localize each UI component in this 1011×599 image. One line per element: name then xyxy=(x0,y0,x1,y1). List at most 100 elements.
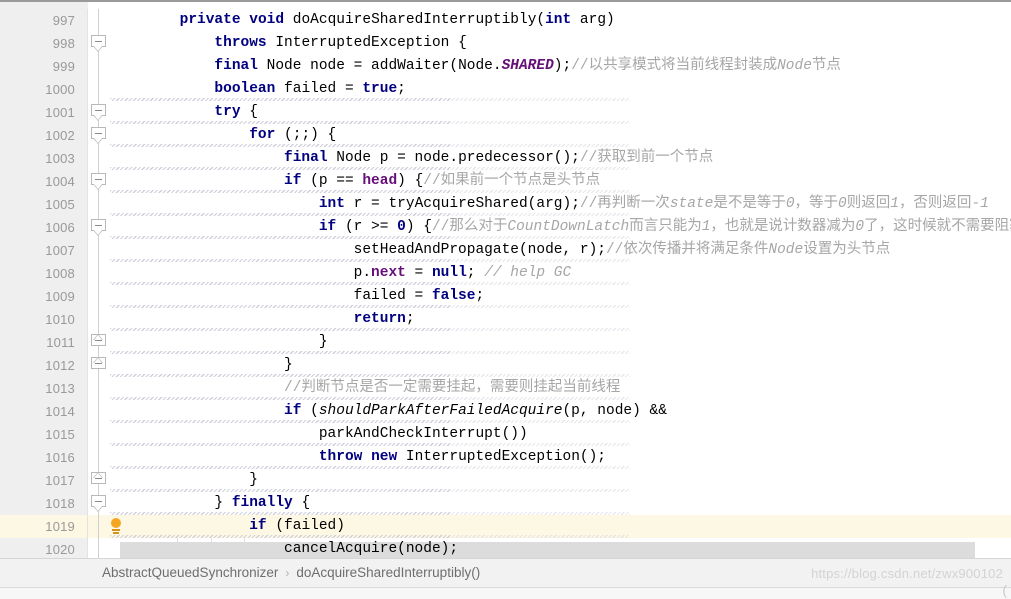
code-line-row[interactable]: 1018 } finally { xyxy=(0,492,1011,515)
code-fold-strip[interactable] xyxy=(88,147,110,170)
code-fold-strip[interactable] xyxy=(88,78,110,101)
line-number-gutter[interactable]: 997 xyxy=(0,9,88,32)
code-line-row[interactable]: 1001 try { xyxy=(0,101,1011,124)
intention-bulb-icon[interactable] xyxy=(108,518,124,535)
code-fold-strip[interactable] xyxy=(88,515,110,538)
line-number-gutter[interactable]: 1002 xyxy=(0,124,88,147)
breadcrumb-item[interactable]: doAcquireSharedInterruptibly() xyxy=(296,565,480,580)
code-fold-strip[interactable] xyxy=(88,492,110,515)
line-number-gutter[interactable]: 1007 xyxy=(0,239,88,262)
line-number-gutter[interactable]: 999 xyxy=(0,55,88,78)
line-number-gutter[interactable]: 1020 xyxy=(0,538,88,558)
code-token: ( xyxy=(301,403,319,419)
line-number-gutter[interactable]: 1018 xyxy=(0,492,88,515)
code-fold-strip[interactable] xyxy=(88,446,110,469)
code-line-row[interactable]: 1010 return; xyxy=(0,308,1011,331)
code-fold-strip[interactable] xyxy=(88,170,110,193)
ide-code-editor-window: 997 private void doAcquireSharedInterrup… xyxy=(0,0,1011,599)
line-number-gutter[interactable]: 1004 xyxy=(0,170,88,193)
fold-arrow-icon xyxy=(93,334,103,340)
code-line-row[interactable]: 1014 if (shouldParkAfterFailedAcquire(p,… xyxy=(0,400,1011,423)
code-line-row[interactable]: 1002 for (;;) { xyxy=(0,124,1011,147)
code-line-text[interactable]: cancelAcquire(node); xyxy=(110,538,1011,558)
code-token: ) { xyxy=(397,173,424,189)
line-number: 1007 xyxy=(45,243,75,258)
fold-guide-line xyxy=(98,515,99,538)
code-editor-viewport[interactable]: 997 private void doAcquireSharedInterrup… xyxy=(0,9,1011,558)
code-line-row[interactable]: 1008 p.next = null; // help GC xyxy=(0,262,1011,285)
code-fold-strip[interactable] xyxy=(88,239,110,262)
code-fold-strip[interactable] xyxy=(88,9,110,32)
code-line-row[interactable]: 1011 } xyxy=(0,331,1011,354)
code-line-row[interactable]: 1003 final Node p = node.predecessor();/… xyxy=(0,147,1011,170)
code-line-row[interactable]: 1009 failed = false; xyxy=(0,285,1011,308)
line-number-gutter[interactable]: 1003 xyxy=(0,147,88,170)
line-number-gutter[interactable]: 1009 xyxy=(0,285,88,308)
code-line-row[interactable]: 1000 boolean failed = true; xyxy=(0,78,1011,101)
line-number-gutter[interactable]: 998 xyxy=(0,32,88,55)
line-number-gutter[interactable]: 1019 xyxy=(0,515,88,538)
code-token: { xyxy=(292,495,311,511)
corner-glyph: ( xyxy=(1002,582,1007,598)
code-fold-strip[interactable] xyxy=(88,538,110,558)
code-fold-strip[interactable] xyxy=(88,32,110,55)
code-token: (p == xyxy=(301,173,363,189)
line-number-gutter[interactable]: 1014 xyxy=(0,400,88,423)
line-number-gutter[interactable]: 1012 xyxy=(0,354,88,377)
line-number-gutter[interactable]: 1008 xyxy=(0,262,88,285)
line-number-gutter[interactable]: 1017 xyxy=(0,469,88,492)
fold-guide-line xyxy=(98,423,99,446)
code-fold-strip[interactable] xyxy=(88,354,110,377)
code-line-text[interactable]: throws InterruptedException { xyxy=(110,32,1011,55)
code-line-row[interactable]: 1019 if (failed) xyxy=(0,515,1011,538)
code-fold-strip[interactable] xyxy=(88,55,110,78)
line-number: 1014 xyxy=(45,404,75,419)
code-line-row[interactable]: 1007 setHeadAndPropagate(node, r);//依次传播… xyxy=(0,239,1011,262)
code-fold-strip[interactable] xyxy=(88,469,110,492)
line-number-gutter[interactable]: 1006 xyxy=(0,216,88,239)
code-line-row[interactable]: 1013 //判断节点是否一定需要挂起，需要则挂起当前线程 xyxy=(0,377,1011,400)
line-number-gutter[interactable]: 1010 xyxy=(0,308,88,331)
code-line-row[interactable]: 1017 } xyxy=(0,469,1011,492)
code-line-row[interactable]: 1004 if (p == head) {//如果前一个节点是头节点 xyxy=(0,170,1011,193)
code-fold-strip[interactable] xyxy=(88,262,110,285)
line-number: 1020 xyxy=(45,542,75,557)
code-fold-strip[interactable] xyxy=(88,193,110,216)
line-number-gutter[interactable]: 1001 xyxy=(0,101,88,124)
code-fold-strip[interactable] xyxy=(88,308,110,331)
code-line-row[interactable]: 1006 if (r >= 0) {//那么对于CountDownLatch而言… xyxy=(0,216,1011,239)
code-fold-strip[interactable] xyxy=(88,124,110,147)
code-line-text[interactable]: private void doAcquireSharedInterruptibl… xyxy=(110,9,1011,32)
breadcrumb-item[interactable]: AbstractQueuedSynchronizer xyxy=(102,565,278,580)
code-fold-strip[interactable] xyxy=(88,285,110,308)
code-line-text[interactable]: final Node node = addWaiter(Node.SHARED)… xyxy=(110,55,1011,78)
code-token: //依次传播并将满足条件 xyxy=(605,242,769,258)
code-line-row[interactable]: 1015 parkAndCheckInterrupt()) xyxy=(0,423,1011,446)
code-token: SHARED xyxy=(501,58,554,74)
line-number-gutter[interactable]: 1016 xyxy=(0,446,88,469)
code-fold-strip[interactable] xyxy=(88,423,110,446)
code-line-row[interactable]: 998 throws InterruptedException { xyxy=(0,32,1011,55)
code-fold-strip[interactable] xyxy=(88,216,110,239)
line-number: 998 xyxy=(52,36,75,51)
line-number-gutter[interactable]: 1005 xyxy=(0,193,88,216)
line-number-gutter[interactable]: 1013 xyxy=(0,377,88,400)
code-line-row[interactable]: 997 private void doAcquireSharedInterrup… xyxy=(0,9,1011,32)
code-fold-strip[interactable] xyxy=(88,400,110,423)
code-fold-strip[interactable] xyxy=(88,101,110,124)
fold-guide-line xyxy=(98,55,99,78)
line-number-gutter[interactable]: 1011 xyxy=(0,331,88,354)
code-line-row[interactable]: 1016 throw new InterruptedException(); xyxy=(0,446,1011,469)
line-number-gutter[interactable]: 1000 xyxy=(0,78,88,101)
code-line-row[interactable]: 1020 cancelAcquire(node); xyxy=(0,538,1011,558)
code-line-row[interactable]: 1005 int r = tryAcquireShared(arg);//再判断… xyxy=(0,193,1011,216)
code-line-row[interactable]: 999 final Node node = addWaiter(Node.SHA… xyxy=(0,55,1011,78)
code-fold-strip[interactable] xyxy=(88,331,110,354)
line-number-gutter[interactable]: 1015 xyxy=(0,423,88,446)
code-token: private xyxy=(179,12,241,28)
code-token: if xyxy=(318,219,337,235)
breadcrumb[interactable]: AbstractQueuedSynchronizer › doAcquireShar… xyxy=(102,559,480,587)
code-fold-strip[interactable] xyxy=(88,377,110,400)
code-line-row[interactable]: 1012 } xyxy=(0,354,1011,377)
